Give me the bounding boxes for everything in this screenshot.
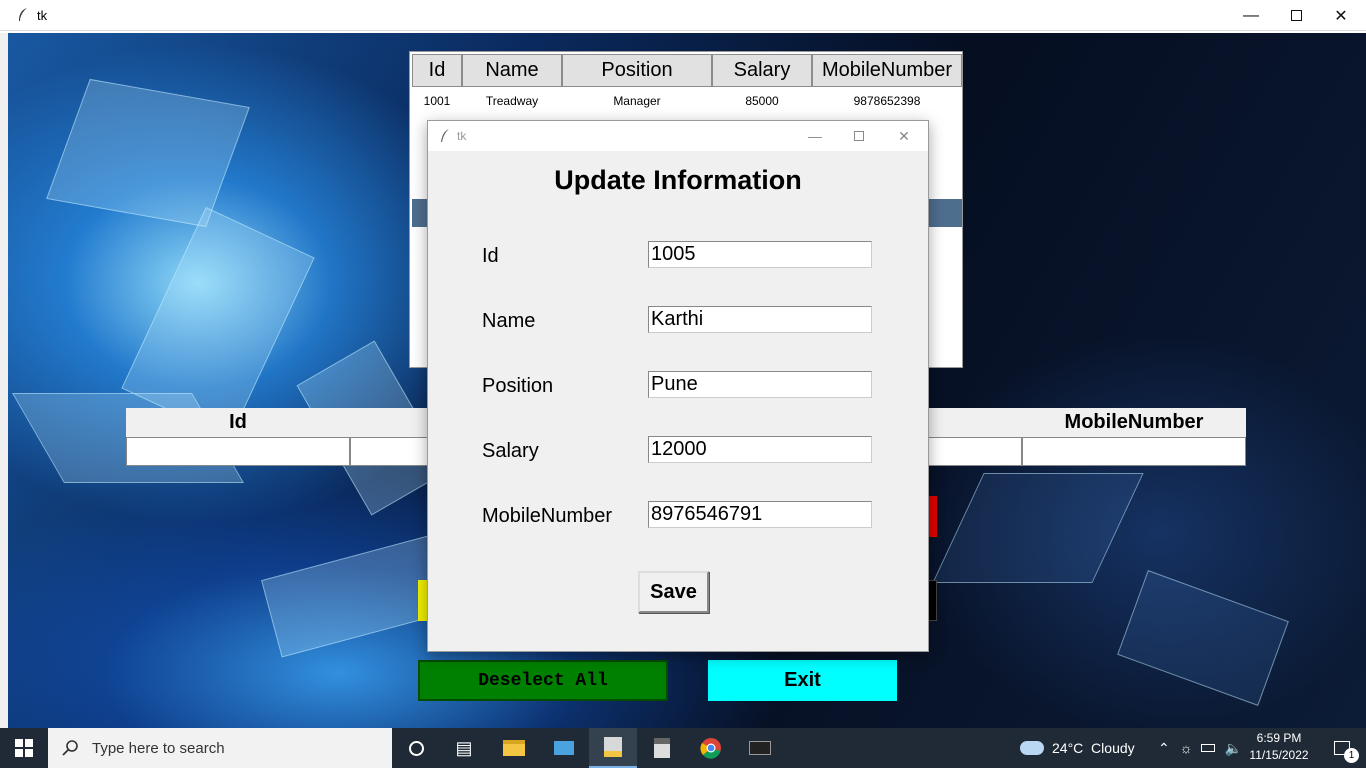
name-field[interactable] bbox=[648, 306, 872, 333]
entry-header-id: Id bbox=[229, 411, 247, 433]
computer-icon bbox=[554, 741, 574, 755]
salary-field[interactable] bbox=[648, 436, 872, 463]
minimize-icon: — bbox=[1243, 6, 1259, 24]
feather-icon bbox=[441, 129, 449, 142]
id-field[interactable] bbox=[648, 241, 872, 268]
volume-muted-icon[interactable]: 🔈 bbox=[1225, 740, 1242, 757]
maximize-icon bbox=[854, 131, 864, 141]
deselect-all-button[interactable]: Deselect All bbox=[418, 660, 668, 701]
main-window-title: tk bbox=[37, 8, 48, 23]
minimize-button[interactable]: — bbox=[1228, 0, 1274, 31]
dialog-title: tk bbox=[457, 129, 467, 143]
feather-icon bbox=[19, 8, 27, 21]
cell-id: 1001 bbox=[423, 94, 451, 108]
chrome-icon bbox=[700, 738, 721, 759]
mobile-label: MobileNumber bbox=[482, 505, 613, 527]
python-file-icon bbox=[604, 737, 622, 757]
close-icon: ✕ bbox=[1334, 7, 1348, 25]
cell-mobile: 9878652398 bbox=[853, 94, 921, 108]
column-header-mobile[interactable]: MobileNumber bbox=[812, 54, 962, 87]
search-placeholder: Type here to search bbox=[92, 739, 225, 757]
cloud-icon bbox=[1020, 741, 1044, 755]
windows-icon bbox=[15, 739, 33, 757]
calculator-icon bbox=[654, 738, 670, 758]
globe-icon[interactable]: ☼ bbox=[1180, 740, 1193, 756]
terminal-icon bbox=[749, 741, 771, 755]
close-icon: ✕ bbox=[898, 127, 910, 144]
dialog-maximize-button[interactable] bbox=[837, 121, 881, 151]
calculator-button[interactable] bbox=[638, 728, 686, 768]
id-entry[interactable] bbox=[126, 437, 350, 466]
dialog-minimize-button[interactable]: — bbox=[793, 121, 837, 151]
window-edge bbox=[0, 33, 8, 728]
notification-count: 1 bbox=[1344, 748, 1359, 763]
battery-icon[interactable] bbox=[1200, 744, 1215, 752]
cortana-button[interactable] bbox=[392, 728, 440, 768]
table-row[interactable]: 1001 Treadway Manager 85000 9878652398 bbox=[412, 87, 962, 115]
id-label: Id bbox=[482, 245, 499, 267]
clock[interactable]: 6:59 PM 11/15/2022 bbox=[1248, 730, 1310, 764]
column-header-position[interactable]: Position bbox=[562, 54, 712, 87]
cell-name: Treadway bbox=[485, 94, 539, 108]
table-header: Id Name Position Salary MobileNumber bbox=[412, 54, 962, 87]
column-header-salary[interactable]: Salary bbox=[712, 54, 812, 87]
search-icon bbox=[62, 740, 78, 756]
main-titlebar: tk — ✕ bbox=[0, 0, 1366, 31]
clock-time: 6:59 PM bbox=[1256, 731, 1302, 745]
entry-header-mobile: MobileNumber bbox=[1064, 411, 1204, 433]
name-label: Name bbox=[482, 310, 536, 332]
chrome-button[interactable] bbox=[687, 728, 735, 768]
python-app-button[interactable] bbox=[589, 728, 637, 768]
folder-icon bbox=[503, 740, 525, 756]
file-explorer-button[interactable] bbox=[490, 728, 538, 768]
terminal-app-button[interactable] bbox=[736, 728, 784, 768]
close-button[interactable]: ✕ bbox=[1318, 0, 1364, 31]
taskbar-search[interactable]: Type here to search bbox=[48, 728, 392, 768]
position-label: Position bbox=[482, 375, 554, 397]
task-view-icon: ▤ bbox=[455, 737, 473, 758]
system-tray: ⌃ ☼ 🔈 bbox=[1158, 728, 1242, 768]
mobile-field[interactable] bbox=[648, 501, 872, 528]
column-header-id[interactable]: Id bbox=[412, 54, 462, 87]
cell-position: Manager bbox=[613, 94, 661, 108]
maximize-button[interactable] bbox=[1273, 0, 1319, 31]
start-button[interactable] bbox=[0, 728, 48, 768]
notifications-button[interactable]: 1 bbox=[1318, 728, 1366, 768]
salary-label: Salary bbox=[482, 440, 539, 462]
weather-text: 24°C Cloudy bbox=[1052, 740, 1135, 756]
cortana-icon bbox=[408, 740, 424, 756]
save-button[interactable]: Save bbox=[638, 571, 709, 613]
dialog-titlebar: tk — ✕ bbox=[428, 121, 928, 151]
cell-salary: 85000 bbox=[745, 94, 779, 108]
weather-widget[interactable]: 24°C Cloudy bbox=[1020, 728, 1135, 768]
chevron-up-icon[interactable]: ⌃ bbox=[1158, 740, 1170, 757]
update-dialog: tk — ✕ Update Information Id Name Positi… bbox=[427, 120, 929, 652]
dialog-close-button[interactable]: ✕ bbox=[882, 121, 926, 151]
taskbar-app-button[interactable] bbox=[540, 728, 588, 768]
exit-button[interactable]: Exit bbox=[708, 660, 897, 701]
position-field[interactable] bbox=[648, 371, 872, 398]
maximize-icon bbox=[1290, 10, 1302, 21]
clock-date: 11/15/2022 bbox=[1249, 748, 1309, 762]
dialog-heading: Update Information bbox=[554, 165, 802, 195]
mobile-entry[interactable] bbox=[1022, 437, 1246, 466]
taskbar: Type here to search ▤ 24°C Cloudy ⌃ ☼ 🔈 … bbox=[0, 728, 1366, 768]
task-view-button[interactable]: ▤ bbox=[440, 728, 488, 768]
minimize-icon: — bbox=[808, 128, 822, 144]
column-header-name[interactable]: Name bbox=[462, 54, 562, 87]
